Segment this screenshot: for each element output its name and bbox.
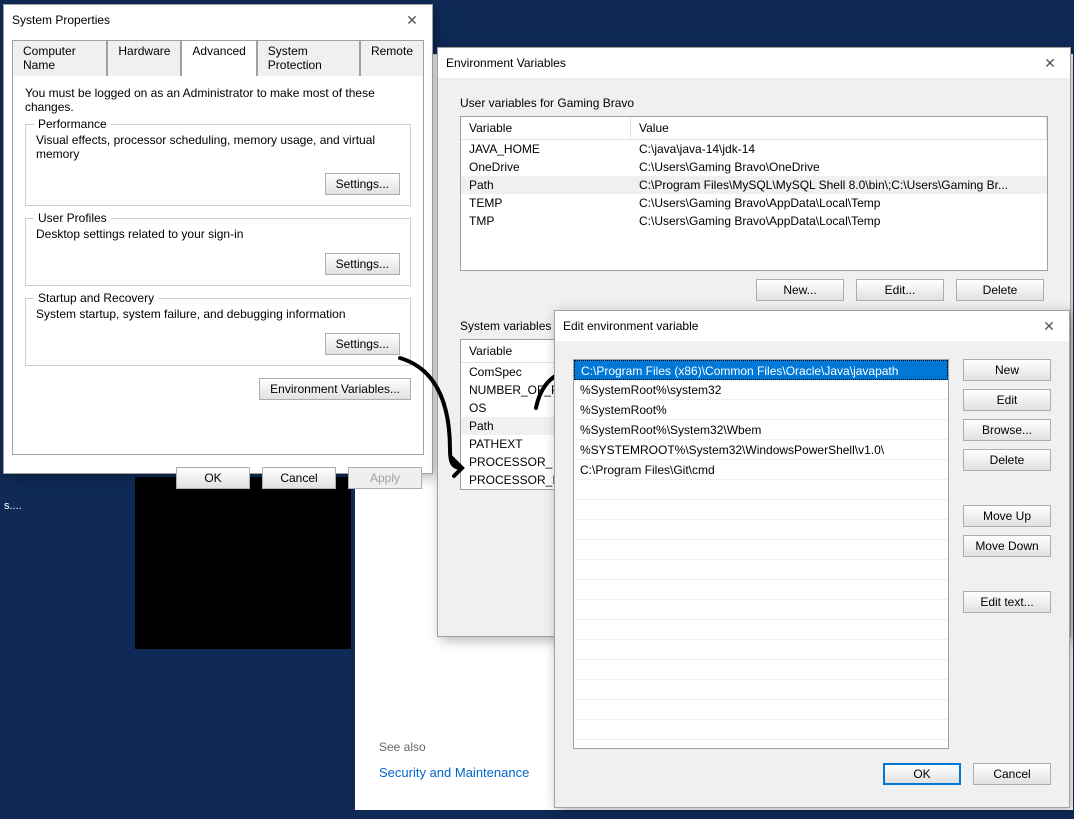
performance-settings-button[interactable]: Settings...	[325, 173, 400, 195]
tab-remote[interactable]: Remote	[360, 40, 424, 76]
apply-button[interactable]: Apply	[348, 467, 422, 489]
list-item[interactable]: C:\Program Files (x86)\Common Files\Orac…	[574, 360, 948, 380]
tab-computer-name[interactable]: Computer Name	[12, 40, 107, 76]
user-profiles-legend: User Profiles	[34, 211, 111, 225]
tab-hardware[interactable]: Hardware	[107, 40, 181, 76]
user-profiles-settings-button[interactable]: Settings...	[325, 253, 400, 275]
list-item[interactable]	[574, 620, 948, 640]
user-profiles-desc: Desktop settings related to your sign-in	[36, 227, 400, 241]
user-variables-label: User variables for Gaming Bravo	[460, 96, 1048, 110]
list-item[interactable]	[574, 600, 948, 620]
tab-system-protection[interactable]: System Protection	[257, 40, 360, 76]
list-item[interactable]: %SystemRoot%\system32	[574, 380, 948, 400]
close-icon[interactable]: ✕	[392, 5, 432, 35]
list-item[interactable]	[574, 520, 948, 540]
table-row[interactable]: PathC:\Program Files\MySQL\MySQL Shell 8…	[461, 176, 1047, 194]
desktop-black-region	[135, 477, 351, 649]
list-item[interactable]: %SystemRoot%	[574, 400, 948, 420]
environment-variables-button[interactable]: Environment Variables...	[259, 378, 411, 400]
list-item[interactable]: %SYSTEMROOT%\System32\WindowsPowerShell\…	[574, 440, 948, 460]
list-item[interactable]	[574, 720, 948, 740]
list-item[interactable]: C:\Program Files\Git\cmd	[574, 460, 948, 480]
tab-body: You must be logged on as an Administrato…	[12, 75, 424, 455]
table-row[interactable]: TEMPC:\Users\Gaming Bravo\AppData\Local\…	[461, 194, 1047, 212]
performance-legend: Performance	[34, 117, 111, 131]
close-icon[interactable]: ✕	[1029, 311, 1069, 341]
system-properties-dialog: System Properties ✕ Computer Name Hardwa…	[3, 4, 433, 474]
startup-recovery-settings-button[interactable]: Settings...	[325, 333, 400, 355]
ok-button[interactable]: OK	[176, 467, 250, 489]
list-item[interactable]	[574, 640, 948, 660]
see-also-label: See also	[379, 740, 426, 754]
user-new-button[interactable]: New...	[756, 279, 844, 301]
user-variables-list[interactable]: Variable Value JAVA_HOMEC:\java\java-14\…	[460, 116, 1048, 271]
edit-environment-variable-dialog: Edit environment variable ✕ C:\Program F…	[554, 310, 1070, 808]
list-item[interactable]	[574, 680, 948, 700]
move-down-button[interactable]: Move Down	[963, 535, 1051, 557]
startup-recovery-desc: System startup, system failure, and debu…	[36, 307, 400, 321]
startup-recovery-legend: Startup and Recovery	[34, 291, 158, 305]
user-edit-button[interactable]: Edit...	[856, 279, 944, 301]
performance-group: Performance Visual effects, processor sc…	[25, 124, 411, 206]
close-icon[interactable]: ✕	[1030, 48, 1070, 78]
user-profiles-group: User Profiles Desktop settings related t…	[25, 218, 411, 286]
table-row[interactable]: OneDriveC:\Users\Gaming Bravo\OneDrive	[461, 158, 1047, 176]
table-row[interactable]: JAVA_HOMEC:\java\java-14\jdk-14	[461, 140, 1047, 158]
col-value[interactable]: Value	[631, 117, 1047, 139]
titlebar: Environment Variables ✕	[438, 48, 1070, 78]
desktop-icon-fragment: s....	[4, 500, 22, 512]
path-entries-list[interactable]: C:\Program Files (x86)\Common Files\Orac…	[573, 359, 949, 749]
cancel-button[interactable]: Cancel	[973, 763, 1051, 785]
list-item[interactable]	[574, 580, 948, 600]
titlebar: Edit environment variable ✕	[555, 311, 1069, 341]
move-up-button[interactable]: Move Up	[963, 505, 1051, 527]
cancel-button[interactable]: Cancel	[262, 467, 336, 489]
list-item[interactable]: %SystemRoot%\System32\Wbem	[574, 420, 948, 440]
button-column: New Edit Browse... Delete Move Up Move D…	[963, 359, 1051, 749]
list-item[interactable]	[574, 660, 948, 680]
window-title: Environment Variables	[446, 56, 1062, 70]
ok-button[interactable]: OK	[883, 763, 961, 785]
tab-advanced[interactable]: Advanced	[181, 40, 256, 76]
tab-strip: Computer Name Hardware Advanced System P…	[4, 39, 432, 75]
edit-text-button[interactable]: Edit text...	[963, 591, 1051, 613]
window-title: System Properties	[12, 13, 424, 27]
list-item[interactable]	[574, 480, 948, 500]
list-item[interactable]	[574, 560, 948, 580]
admin-note: You must be logged on as an Administrato…	[25, 86, 411, 114]
titlebar: System Properties ✕	[4, 5, 432, 35]
delete-button[interactable]: Delete	[963, 449, 1051, 471]
list-item[interactable]	[574, 700, 948, 720]
table-row[interactable]: TMPC:\Users\Gaming Bravo\AppData\Local\T…	[461, 212, 1047, 230]
user-delete-button[interactable]: Delete	[956, 279, 1044, 301]
browse-button[interactable]: Browse...	[963, 419, 1051, 441]
security-maintenance-link[interactable]: Security and Maintenance	[379, 765, 529, 780]
list-item[interactable]	[574, 500, 948, 520]
col-variable[interactable]: Variable	[461, 117, 631, 139]
performance-desc: Visual effects, processor scheduling, me…	[36, 133, 400, 161]
window-title: Edit environment variable	[563, 319, 1061, 333]
startup-recovery-group: Startup and Recovery System startup, sys…	[25, 298, 411, 366]
edit-button[interactable]: Edit	[963, 389, 1051, 411]
new-button[interactable]: New	[963, 359, 1051, 381]
list-item[interactable]	[574, 540, 948, 560]
